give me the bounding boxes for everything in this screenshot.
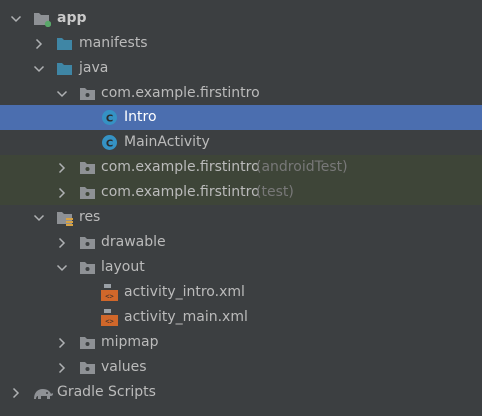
resources-folder-icon [56,209,73,226]
tree-item-drawable[interactable]: drawable [0,230,482,255]
package-icon [79,184,96,201]
tree-item-label: activity_main.xml [124,309,248,325]
tree-item-main-activity[interactable]: C MainActivity [0,130,482,155]
chevron-right-icon[interactable] [56,337,68,349]
tree-item-mipmap[interactable]: mipmap [0,330,482,355]
tree-item-label: res [79,209,101,225]
tree-item-label: MainActivity [124,134,210,150]
package-icon [79,359,96,376]
gradle-elephant-icon [32,384,54,401]
package-icon [79,259,96,276]
tree-item-label: layout [101,259,145,275]
tree-item-label: mipmap [101,334,159,350]
tree-item-label: app [57,10,87,26]
chevron-right-icon[interactable] [56,162,68,174]
tree-item-app[interactable]: app [0,6,482,31]
package-icon [79,159,96,176]
chevron-right-icon[interactable] [56,362,68,374]
tree-item-suffix: (test) [256,184,294,200]
source-folder-icon [56,60,73,77]
svg-text:C: C [106,114,113,125]
tree-item-label: values [101,359,147,375]
chevron-down-icon[interactable] [10,13,22,25]
class-icon: C [101,134,118,151]
chevron-down-icon[interactable] [33,212,45,224]
tree-item-activity-main-xml[interactable]: <> activity_main.xml [0,305,482,330]
svg-text:<>: <> [105,318,113,326]
tree-item-label: com.example.firstintro [101,184,260,200]
tree-item-package-main[interactable]: com.example.firstintro [0,81,482,106]
chevron-down-icon[interactable] [33,63,45,75]
project-tree: app manifests java com.example.firstintr… [0,0,482,416]
tree-item-suffix: (androidTest) [256,159,348,175]
tree-item-label: Intro [124,109,157,125]
chevron-right-icon[interactable] [10,387,22,399]
chevron-right-icon[interactable] [56,237,68,249]
package-icon [79,234,96,251]
tree-item-manifests[interactable]: manifests [0,31,482,56]
module-folder-icon [33,10,51,27]
tree-item-label: java [79,60,109,76]
tree-item-label: drawable [101,234,166,250]
tree-item-gradle-scripts[interactable]: Gradle Scripts [0,380,482,405]
chevron-right-icon[interactable] [33,38,45,50]
tree-item-label: manifests [79,35,148,51]
tree-item-label: com.example.firstintro [101,159,260,175]
package-icon [79,334,96,351]
tree-item-label: com.example.firstintro [101,85,260,101]
xml-layout-file-icon: <> [101,309,118,326]
svg-text:<>: <> [105,293,113,301]
tree-item-label: Gradle Scripts [57,384,156,400]
tree-item-package-test[interactable]: com.example.firstintro (test) [0,180,482,205]
tree-item-package-android-test[interactable]: com.example.firstintro (androidTest) [0,155,482,180]
tree-item-values[interactable]: values [0,355,482,380]
chevron-right-icon[interactable] [56,187,68,199]
tree-item-res[interactable]: res [0,205,482,230]
chevron-down-icon[interactable] [56,262,68,274]
xml-layout-file-icon: <> [101,284,118,301]
svg-text:C: C [106,139,113,150]
tree-item-java[interactable]: java [0,56,482,81]
source-folder-icon [56,35,73,52]
class-icon: C [101,109,118,126]
package-icon [79,85,96,102]
tree-item-activity-intro-xml[interactable]: <> activity_intro.xml [0,280,482,305]
tree-item-label: activity_intro.xml [124,284,245,300]
chevron-down-icon[interactable] [56,88,68,100]
tree-item-layout[interactable]: layout [0,255,482,280]
tree-item-intro[interactable]: C Intro [0,105,482,130]
